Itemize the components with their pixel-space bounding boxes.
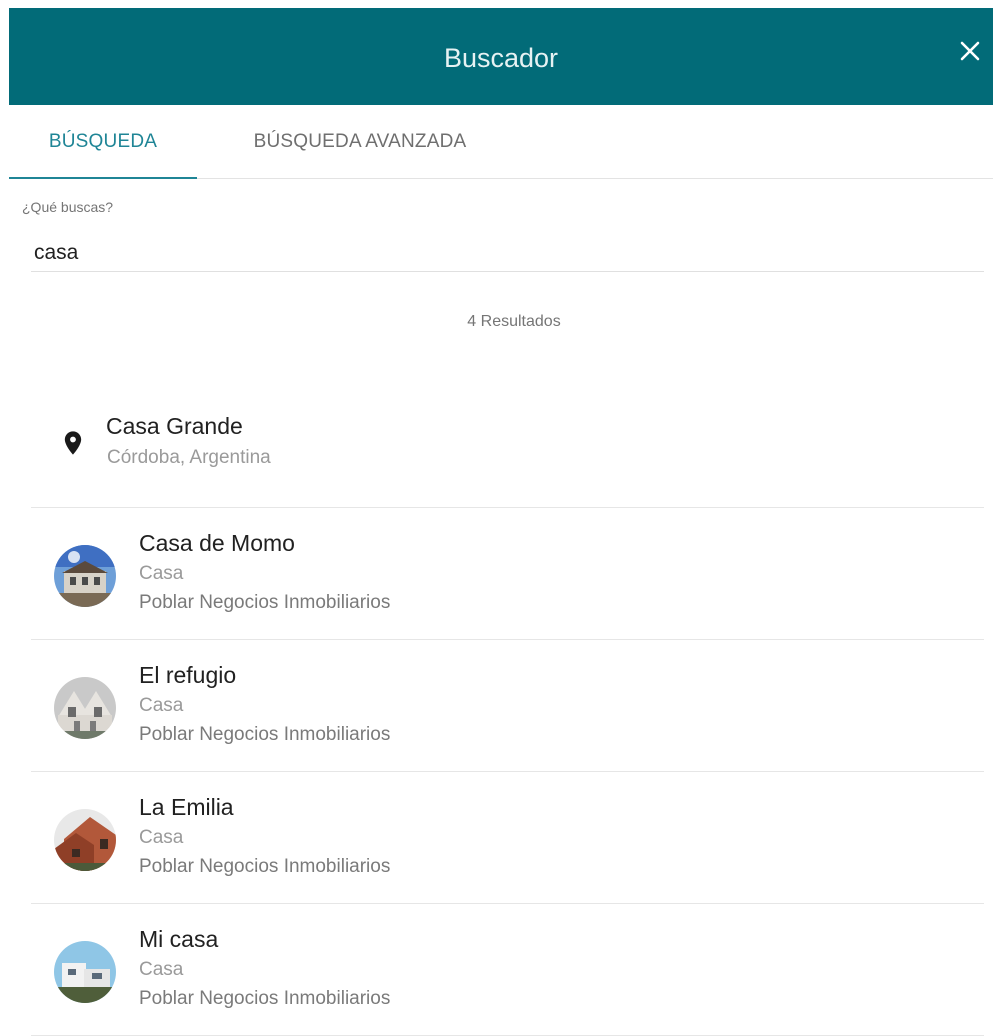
tab-bar: BÚSQUEDA BÚSQUEDA AVANZADA	[9, 105, 993, 179]
result-agency: Poblar Negocios Inmobiliarios	[139, 592, 391, 613]
search-dialog-header: Buscador	[9, 8, 993, 105]
top-edge	[0, 0, 993, 8]
tab-busqueda-avanzada[interactable]: BÚSQUEDA AVANZADA	[197, 105, 523, 178]
location-result-item[interactable]: Casa Grande Córdoba, Argentina	[31, 380, 984, 508]
search-field-label: ¿Qué buscas?	[22, 199, 114, 215]
result-title: Casa de Momo	[139, 530, 295, 556]
location-pin-icon	[64, 431, 82, 455]
location-subtitle: Córdoba, Argentina	[107, 447, 271, 468]
result-type: Casa	[139, 827, 184, 848]
result-item[interactable]: El refugio Casa Poblar Negocios Inmobili…	[31, 640, 984, 772]
result-type: Casa	[139, 959, 184, 980]
result-agency: Poblar Negocios Inmobiliarios	[139, 724, 391, 745]
results-count: 4 Resultados	[467, 313, 561, 330]
result-title: La Emilia	[139, 794, 234, 820]
active-tab-indicator	[9, 177, 197, 179]
result-type: Casa	[139, 563, 184, 584]
location-title: Casa Grande	[106, 413, 243, 439]
close-icon	[960, 41, 980, 61]
result-title: Mi casa	[139, 926, 219, 952]
tab-busqueda[interactable]: BÚSQUEDA	[9, 105, 197, 178]
property-thumbnail	[54, 545, 116, 607]
result-agency: Poblar Negocios Inmobiliarios	[139, 856, 391, 877]
property-thumbnail	[54, 677, 116, 739]
dialog-title: Buscador	[443, 43, 559, 73]
property-thumbnail	[54, 941, 116, 1003]
result-type: Casa	[139, 695, 184, 716]
result-agency: Poblar Negocios Inmobiliarios	[139, 988, 391, 1009]
close-button[interactable]	[955, 36, 985, 66]
result-item[interactable]: La Emilia Casa Poblar Negocios Inmobilia…	[31, 772, 984, 904]
result-item[interactable]: Casa de Momo Casa Poblar Negocios Inmobi…	[31, 508, 984, 640]
result-title: El refugio	[139, 662, 237, 688]
result-item[interactable]: Mi casa Casa Poblar Negocios Inmobiliari…	[31, 904, 984, 1036]
property-thumbnail	[54, 809, 116, 871]
search-input[interactable]	[31, 234, 984, 272]
